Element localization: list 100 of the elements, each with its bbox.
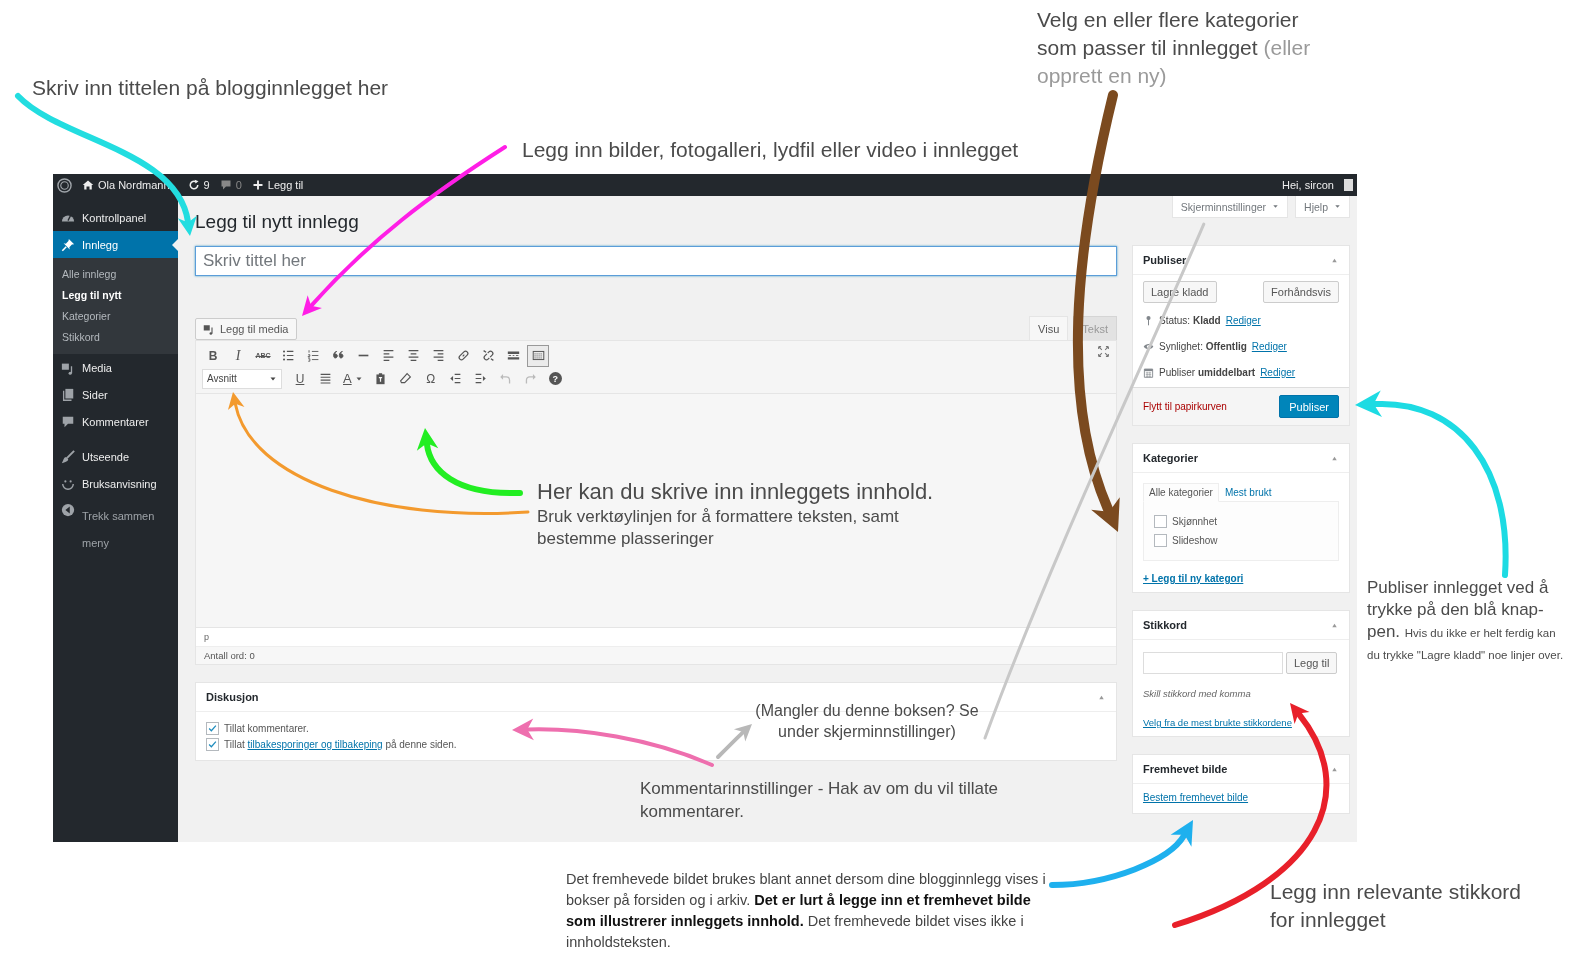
collapse-icon xyxy=(61,503,75,517)
annotation-text: Kommentarinnstillinger - Hak av om du vil tillate kommentarer. xyxy=(640,778,1000,823)
choose-tags-link[interactable]: Velg fra de mest brukte stikkordene xyxy=(1143,717,1292,728)
checkbox[interactable] xyxy=(206,721,219,735)
undo-arrow-icon xyxy=(499,372,513,385)
toolbar-button[interactable]: Ω xyxy=(419,367,442,390)
set-featured-image-link[interactable]: Bestem fremhevet bilde xyxy=(1143,792,1249,803)
toolbar-button[interactable]: B xyxy=(202,344,224,367)
quote-icon xyxy=(331,349,345,362)
checkbox-label: Skjønnhet xyxy=(1172,516,1218,527)
checkbox-label: Slideshow xyxy=(1172,535,1218,546)
admin-bar-link[interactable]: 9 xyxy=(187,179,210,191)
sidebar-item[interactable]: Utseende xyxy=(53,443,178,470)
annotation-text: Det fremhevede bildet brukes blant annet dersom dine blogginnlegg vises i bokser på forsiden og i arkiv. Det er lurt å legge inn et fremhevet bilde som illustrerer innleggets innhold. Det fremhevede bildet vises ikke i innholdsteksten. xyxy=(566,870,1047,952)
category-tab[interactable]: Mest brukt xyxy=(1218,483,1278,502)
sidebar-item[interactable]: Media xyxy=(53,354,178,381)
toolbar-button[interactable] xyxy=(527,344,549,367)
publish-button[interactable]: Publiser xyxy=(1279,395,1339,418)
title-field[interactable]: Skriv tittel her xyxy=(195,246,1117,276)
eraser-icon xyxy=(399,372,413,385)
box-title: Diskusjon xyxy=(206,691,259,703)
link-icon xyxy=(456,349,470,362)
bullet-list-icon xyxy=(281,349,295,362)
editor-content-area[interactable] xyxy=(196,394,1116,627)
checkbox[interactable] xyxy=(1154,515,1167,528)
category-tab[interactable]: Alle kategorier xyxy=(1143,483,1219,502)
submenu-item[interactable]: Legg til nytt xyxy=(53,285,178,306)
preview-button[interactable]: Forhåndsvis xyxy=(1263,281,1339,303)
caret-icon xyxy=(1334,203,1341,210)
justify-icon xyxy=(318,372,332,385)
outdent-icon xyxy=(449,372,463,385)
fullscreen-icon[interactable] xyxy=(1097,345,1110,358)
sidebar-item[interactable]: Innlegg xyxy=(53,231,178,258)
checkbox[interactable] xyxy=(206,737,219,751)
clipboard-icon xyxy=(374,372,388,385)
link[interactable]: tilbakesporinger og tilbakeping xyxy=(247,738,383,750)
speech-bubble-icon xyxy=(61,414,75,429)
sidebar-item[interactable]: Bruksanvisning xyxy=(53,470,178,497)
tag-input[interactable] xyxy=(1143,652,1283,674)
align-center-icon xyxy=(406,349,420,362)
edit-link[interactable]: Rediger xyxy=(1225,314,1261,326)
box-title: Publiser xyxy=(1143,254,1187,266)
editor-tab[interactable]: Visu xyxy=(1029,316,1069,340)
plus-icon xyxy=(251,179,264,191)
sidebar-item[interactable]: Trekk sammen meny xyxy=(53,497,178,557)
edit-link[interactable]: Rediger xyxy=(1260,366,1296,378)
hint-text: Skill stikkord med komma xyxy=(1143,688,1252,699)
brush-icon xyxy=(61,449,75,464)
checkbox[interactable] xyxy=(1154,534,1167,547)
avatar-placeholder xyxy=(1344,179,1353,191)
annotation-text: Bruk verktøylinjen for å formattere teksten, samt bestemme plasseringer xyxy=(537,506,900,550)
align-right-icon xyxy=(431,349,445,362)
toolbar-button[interactable]: I xyxy=(227,344,249,367)
add-media-button[interactable]: Legg til media xyxy=(195,318,297,340)
unlink-icon xyxy=(481,349,495,362)
pushpin-icon xyxy=(61,237,75,252)
annotation-text: Legg inn bilder, fotogalleri, lydfil eller video i innlegget xyxy=(522,137,1019,163)
indent-icon xyxy=(474,372,488,385)
toolbar-button[interactable]: U xyxy=(289,367,311,390)
format-select[interactable]: Avsnitt xyxy=(202,368,282,389)
submenu-item[interactable]: Alle innlegg xyxy=(53,264,178,285)
circle-logo-icon[interactable] xyxy=(57,177,72,193)
word-count: Antall ord: 0 xyxy=(196,646,1116,664)
box-title: Stikkord xyxy=(1143,619,1187,631)
toolbar-toggle-icon xyxy=(531,349,545,362)
submenu-item[interactable]: Kategorier xyxy=(53,306,178,327)
annotation-text: Velg en eller flere kategorier som passer til innlegget (eller opprett en ny) xyxy=(1037,7,1312,89)
speech-bubble-icon xyxy=(219,179,232,191)
annotation-heading: Her kan du skrive inn innleggets innhold. xyxy=(537,478,935,506)
sidebar-item[interactable]: Kommentarer xyxy=(53,408,178,435)
screen-tab[interactable]: Skjerminnstillinger xyxy=(1171,196,1289,218)
annotation-text: Skriv inn tittelen på blogginnlegget her xyxy=(32,75,389,101)
toolbar-button[interactable]: ? xyxy=(548,372,562,385)
sidebar-item[interactable]: Sider xyxy=(53,381,178,408)
admin-bar-link[interactable]: Legg til xyxy=(251,179,304,191)
greeting-link[interactable]: Hei, sircon xyxy=(1282,179,1334,191)
box-title: Kategorier xyxy=(1143,452,1199,464)
meta-text: Synlighet: Offentlig xyxy=(1159,340,1247,352)
caret-icon xyxy=(1272,203,1280,210)
screen-tab[interactable]: Hjelp xyxy=(1295,196,1350,218)
edit-link[interactable]: Rediger xyxy=(1251,340,1287,352)
calendar-icon xyxy=(1143,366,1154,378)
text-color-button[interactable]: A xyxy=(339,367,367,390)
annotation-text: Legg inn relevante stikkord for innlegget xyxy=(1270,879,1522,933)
sidebar-item[interactable]: Kontrollpanel xyxy=(53,204,178,231)
add-category-link[interactable]: + Legg til ny kategori xyxy=(1143,573,1244,584)
admin-bar-link[interactable]: 0 xyxy=(219,179,242,191)
align-left-icon xyxy=(381,349,395,362)
numbered-list-icon xyxy=(306,349,320,362)
submenu-item[interactable]: Stikkord xyxy=(53,327,178,348)
trash-link[interactable]: Flytt til papirkurven xyxy=(1143,401,1227,412)
add-tag-button[interactable]: Legg til xyxy=(1286,652,1338,674)
box-title: Fremhevet bilde xyxy=(1143,763,1228,775)
redo-arrow-icon xyxy=(524,372,538,385)
refresh-icon xyxy=(187,179,200,191)
pages-icon xyxy=(61,387,75,402)
page-title: Legg til nytt innlegg xyxy=(195,210,360,234)
checkbox-label: Tillat kommentarer. xyxy=(224,722,309,734)
meta-text: Publiser umiddelbart xyxy=(1159,366,1256,378)
house-icon xyxy=(82,179,94,191)
